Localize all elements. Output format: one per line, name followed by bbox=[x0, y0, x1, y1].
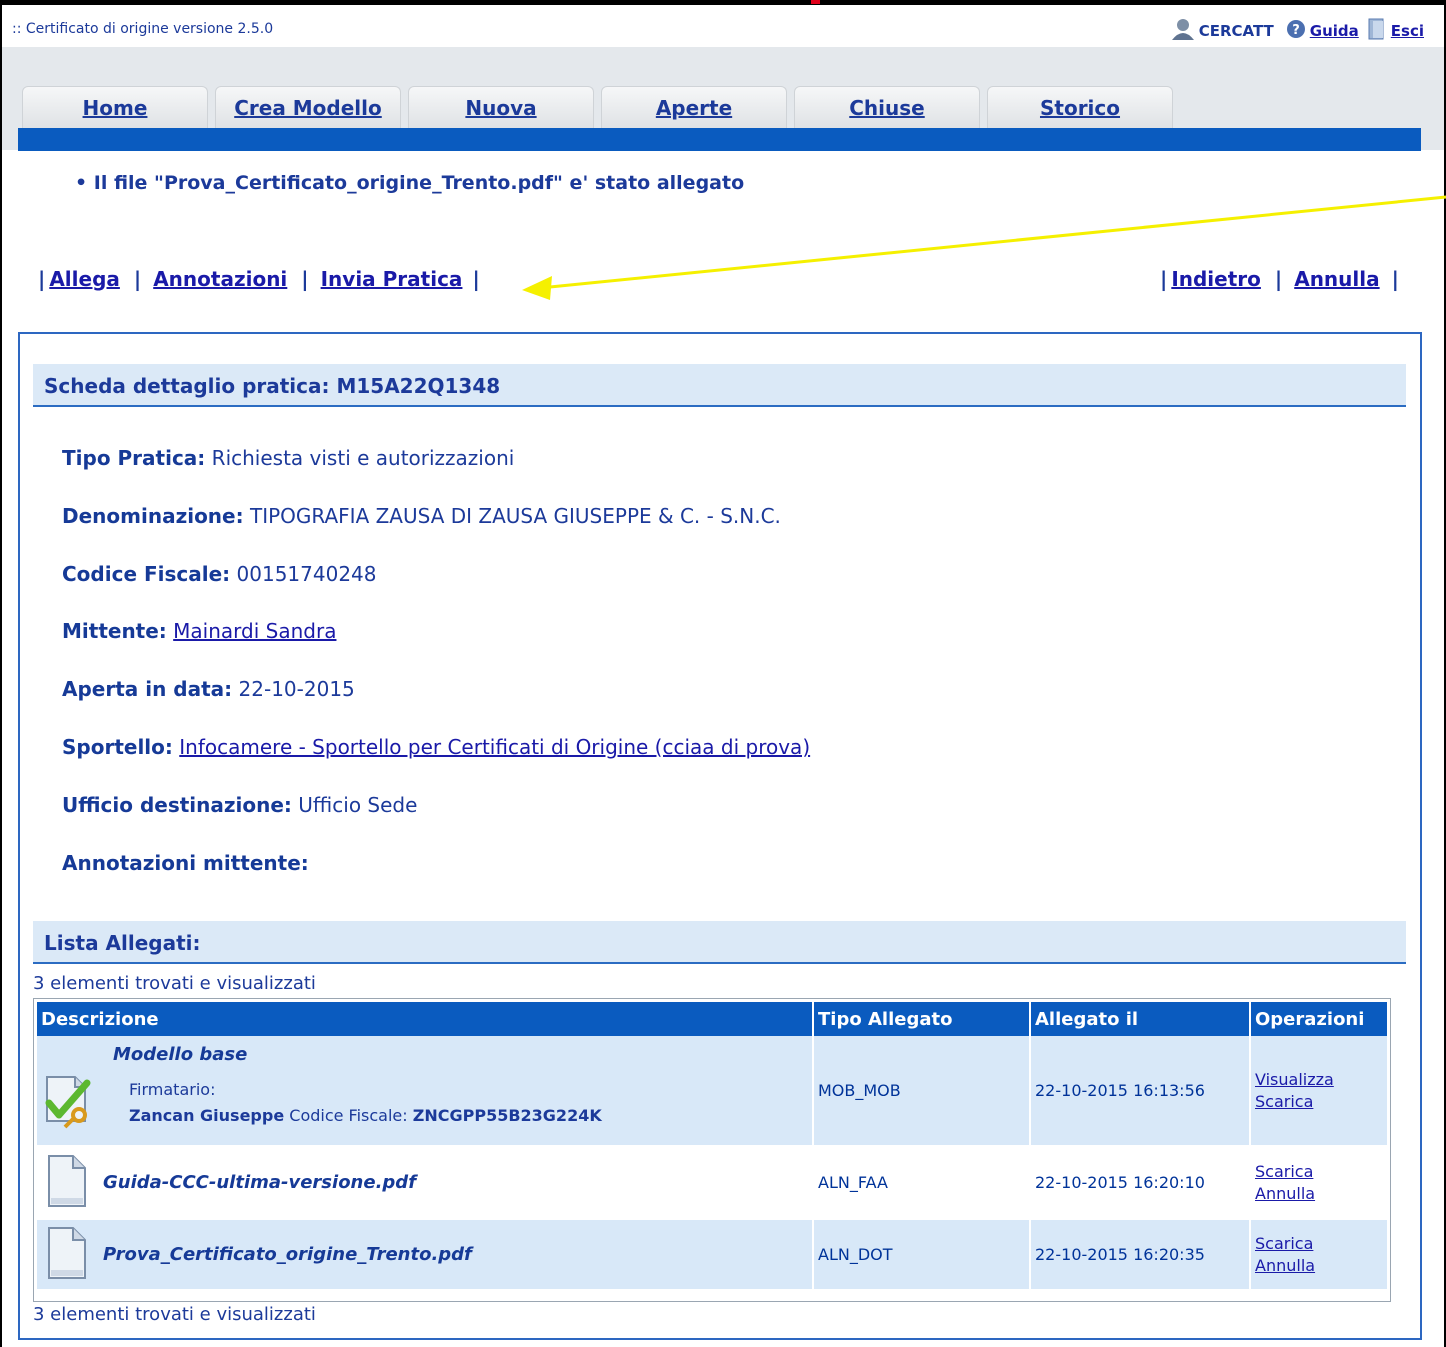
field-aperta-in-data: Aperta in data: 22-10-2015 bbox=[62, 677, 355, 701]
app-title: :: Certificato di origine versione 2.5.0 bbox=[12, 21, 274, 37]
mittente-link[interactable]: Mainardi Sandra bbox=[173, 619, 336, 643]
cell-description: Modello base Firmatario: Zancan Giuseppe… bbox=[37, 1036, 814, 1148]
field-value: Richiesta visti e autorizzazioni bbox=[211, 446, 515, 470]
cell-type: MOB_MOB bbox=[814, 1036, 1031, 1148]
field-label: Mittente: bbox=[62, 619, 167, 643]
cell-type: ALN_DOT bbox=[814, 1220, 1031, 1292]
tab-chiuse-label[interactable]: Chiuse bbox=[849, 96, 924, 120]
tab-aperte-label[interactable]: Aperte bbox=[656, 96, 732, 120]
tab-home-label[interactable]: Home bbox=[83, 96, 148, 120]
signed-document-icon bbox=[41, 1071, 105, 1133]
tab-aperte[interactable]: Aperte bbox=[601, 86, 787, 128]
tab-storico-label[interactable]: Storico bbox=[1040, 96, 1120, 120]
row-description: Guida-CCC-ultima-versione.pdf bbox=[103, 1172, 417, 1193]
field-label: Codice Fiscale: bbox=[62, 562, 231, 586]
field-annotazioni-mittente: Annotazioni mittente: bbox=[62, 851, 309, 875]
action-links-right: | Indietro | Annulla | bbox=[1160, 267, 1399, 291]
field-value: Ufficio Sede bbox=[298, 793, 418, 817]
invia-pratica-link[interactable]: Invia Pratica bbox=[321, 267, 463, 291]
table-row: Prova_Certificato_origine_Trento.pdf ALN… bbox=[37, 1220, 1387, 1292]
action-links-left: | Allega | Annotazioni | Invia Pratica | bbox=[38, 267, 480, 291]
signer-name: Zancan Giuseppe bbox=[129, 1105, 285, 1125]
document-icon bbox=[41, 1154, 103, 1212]
annulla-attachment-link[interactable]: Annulla bbox=[1255, 1183, 1383, 1205]
field-label: Denominazione: bbox=[62, 504, 244, 528]
field-label: Ufficio destinazione: bbox=[62, 793, 292, 817]
field-sportello: Sportello: Infocamere - Sportello per Ce… bbox=[62, 735, 810, 759]
column-header-operazioni: Operazioni bbox=[1251, 1002, 1387, 1036]
field-label: Aperta in data: bbox=[62, 677, 233, 701]
nav-bar bbox=[18, 128, 1421, 151]
tab-nuova-label[interactable]: Nuova bbox=[465, 96, 536, 120]
field-mittente: Mittente: Mainardi Sandra bbox=[62, 619, 336, 643]
help-icon[interactable]: ? bbox=[1286, 19, 1306, 43]
exit-icon[interactable] bbox=[1367, 18, 1387, 44]
allega-link[interactable]: Allega bbox=[49, 267, 120, 291]
app-header: :: Certificato di origine versione 2.5.0… bbox=[2, 5, 1444, 47]
field-denominazione: Denominazione: TIPOGRAFIA ZAUSA DI ZAUSA… bbox=[62, 504, 781, 528]
field-label: Sportello: bbox=[62, 735, 173, 759]
exit-link[interactable]: Esci bbox=[1391, 22, 1424, 40]
signer-label: Firmatario: bbox=[129, 1079, 216, 1099]
field-value: TIPOGRAFIA ZAUSA DI ZAUSA GIUSEPPE & C. … bbox=[249, 504, 781, 528]
status-message: • Il file "Prova_Certificato_origine_Tre… bbox=[75, 172, 745, 194]
attachments-count-top: 3 elementi trovati e visualizzati bbox=[33, 973, 316, 994]
cell-description: Guida-CCC-ultima-versione.pdf bbox=[37, 1148, 814, 1220]
tab-nuova[interactable]: Nuova bbox=[408, 86, 594, 128]
table-row: Modello base Firmatario: Zancan Giuseppe… bbox=[37, 1036, 1387, 1148]
field-label: Annotazioni mittente: bbox=[62, 851, 309, 875]
cell-date: 22-10-2015 16:20:35 bbox=[1031, 1220, 1251, 1292]
document-icon bbox=[41, 1226, 103, 1284]
svg-text:?: ? bbox=[1292, 23, 1300, 38]
cell-description: Prova_Certificato_origine_Trento.pdf bbox=[37, 1220, 814, 1292]
scarica-link[interactable]: Scarica bbox=[1255, 1161, 1383, 1183]
scarica-link[interactable]: Scarica bbox=[1255, 1091, 1383, 1113]
tab-storico[interactable]: Storico bbox=[987, 86, 1173, 128]
table-row: Guida-CCC-ultima-versione.pdf ALN_FAA 22… bbox=[37, 1148, 1387, 1220]
column-header-tipo-allegato: Tipo Allegato bbox=[814, 1002, 1031, 1036]
user-icon bbox=[1171, 18, 1195, 44]
row-description: Modello base bbox=[113, 1044, 248, 1065]
field-codice-fiscale: Codice Fiscale: 00151740248 bbox=[62, 562, 377, 586]
cf-label: Codice Fiscale: bbox=[289, 1105, 408, 1125]
annulla-link[interactable]: Annulla bbox=[1294, 267, 1379, 291]
tab-home[interactable]: Home bbox=[22, 86, 208, 128]
row-description: Prova_Certificato_origine_Trento.pdf bbox=[103, 1244, 472, 1265]
header-tools: CERCATT ? Guida Esci bbox=[1171, 18, 1424, 44]
red-marker bbox=[811, 0, 820, 4]
sportello-link[interactable]: Infocamere - Sportello per Certificati d… bbox=[179, 735, 810, 759]
attachments-count-bottom: 3 elementi trovati e visualizzati bbox=[33, 1304, 316, 1325]
annulla-attachment-link[interactable]: Annulla bbox=[1255, 1255, 1383, 1277]
field-value: 00151740248 bbox=[236, 562, 377, 586]
scarica-link[interactable]: Scarica bbox=[1255, 1233, 1383, 1255]
indietro-link[interactable]: Indietro bbox=[1171, 267, 1261, 291]
cell-operations: Scarica Annulla bbox=[1251, 1148, 1387, 1220]
field-ufficio-destinazione: Ufficio destinazione: Ufficio Sede bbox=[62, 793, 417, 817]
attachments-table: Descrizione Tipo Allegato Allegato il Op… bbox=[33, 998, 1391, 1302]
visualizza-link[interactable]: Visualizza bbox=[1255, 1069, 1383, 1091]
cell-date: 22-10-2015 16:13:56 bbox=[1031, 1036, 1251, 1148]
cell-date: 22-10-2015 16:20:10 bbox=[1031, 1148, 1251, 1220]
main-tabs: Home Crea Modello Nuova Aperte Chiuse St… bbox=[22, 86, 1180, 128]
attachments-header: Lista Allegati: bbox=[33, 921, 1406, 964]
cell-type: ALN_FAA bbox=[814, 1148, 1031, 1220]
user-name: CERCATT bbox=[1198, 22, 1274, 40]
field-tipo-pratica: Tipo Pratica: Richiesta visti e autorizz… bbox=[62, 446, 514, 470]
guide-link[interactable]: Guida bbox=[1310, 22, 1359, 40]
tab-crea-modello-label[interactable]: Crea Modello bbox=[234, 96, 382, 120]
cf-value: ZNCGPP55B23G224K bbox=[412, 1105, 602, 1125]
tab-crea-modello[interactable]: Crea Modello bbox=[215, 86, 401, 128]
annotazioni-link[interactable]: Annotazioni bbox=[153, 267, 287, 291]
tab-chiuse[interactable]: Chiuse bbox=[794, 86, 980, 128]
field-value: 22-10-2015 bbox=[238, 677, 355, 701]
column-header-allegato-il: Allegato il bbox=[1031, 1002, 1251, 1036]
field-label: Tipo Pratica: bbox=[62, 446, 206, 470]
cell-operations: Scarica Annulla bbox=[1251, 1220, 1387, 1292]
column-header-descrizione: Descrizione bbox=[37, 1002, 814, 1036]
cell-operations: Visualizza Scarica bbox=[1251, 1036, 1387, 1148]
detail-header: Scheda dettaglio pratica: M15A22Q1348 bbox=[33, 364, 1406, 407]
